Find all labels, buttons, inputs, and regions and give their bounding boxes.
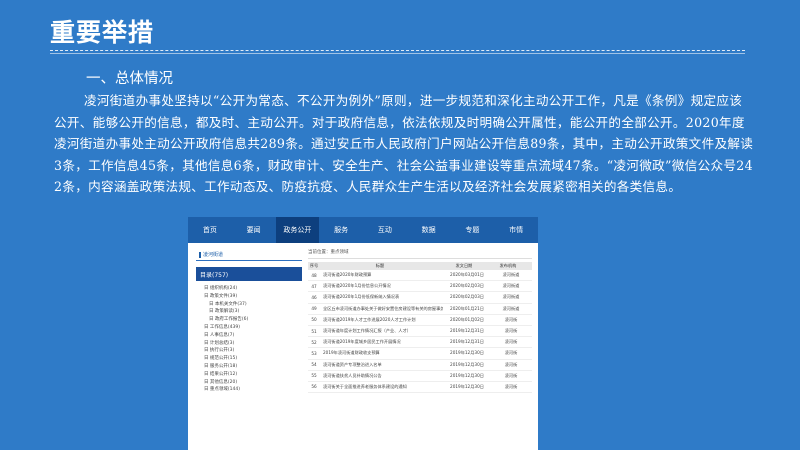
table-row: 56 凌河街关于全面推进养老服务体系建设的通知 2019年12月30日 凌河街	[308, 382, 532, 394]
table-cell-title[interactable]: 凌河街关于全面推进养老服务体系建设的通知	[320, 384, 443, 390]
tree-item[interactable]: 日 计划总结(3)	[196, 340, 302, 348]
table-row: 50 凌河街道2019年人才工作进展2020人才工作计划 2020年01月02日 凌河…	[308, 315, 532, 326]
table-cell-org: 凌河街	[504, 383, 518, 389]
content-area: 当前位置：重点领域 序号 标题 发文日期 发布机构 48 凌河街道2020年财政预算 20…	[308, 249, 532, 394]
sidebar: 凌河街道 目录(757) 日 组织机构(24) 日 政策文件(39) 日 本机关文件…	[196, 251, 302, 394]
table-row: 53 2019年凌河街道财政收支预算 2019年12月30日 凌河街	[308, 348, 532, 360]
tree-item[interactable]: 日 组织机构(24)	[196, 285, 302, 293]
tree-item[interactable]: 日 服务公开(18)	[196, 363, 302, 371]
tree-item[interactable]: 日 政策文件(39)	[196, 293, 302, 301]
table-cell-org: 凌河街	[504, 339, 518, 345]
nav-item[interactable]: 服务	[319, 217, 363, 243]
tree-item[interactable]: 日 其他信息(20)	[196, 379, 302, 387]
table-cell-no: 56	[311, 384, 317, 390]
tree-item[interactable]: 日 工作信息(439)	[196, 324, 302, 332]
table-row: 55 凌河街道扶贫人员补助情况公告 2019年12月30日 凌河街	[308, 371, 532, 382]
table-cell-org: 凌河街	[504, 350, 518, 356]
nav-item[interactable]: 数据	[407, 217, 451, 243]
title-divider	[50, 50, 745, 51]
table-cell-date: 2019年12月30日	[450, 383, 484, 389]
table-row: 48 凌河街道2020年财政预算 2020年03月01日 凌河街道	[308, 270, 532, 282]
table-row: 54 凌河街道资产专项整治进入名单 2019年12月30日 凌河街	[308, 360, 532, 371]
nav-item[interactable]: 互动	[363, 217, 407, 243]
tree-item[interactable]: 日 政策解读(3)	[196, 308, 302, 316]
table-cell-title[interactable]: 凌河街道年度计划工作情况汇报（产业、人才）	[320, 328, 443, 334]
table-row: 49全区丘市凌河街道办事处关于做好安置住房建设等有关的房屋事务的实施意见 2020…	[308, 304, 532, 315]
table-cell-no: 55	[311, 373, 317, 379]
nav-item[interactable]: 要闻	[232, 217, 276, 243]
title-divider-solid	[50, 53, 745, 54]
website-screenshot: 首页 要闻 政务公开 服务 互动 数据 专题 市情 凌河街道 目录(757) 日 组织机构(2…	[188, 217, 538, 450]
table-cell-no: 47	[311, 283, 317, 289]
nav-item[interactable]: 市情	[494, 217, 538, 243]
nav-item[interactable]: 首页	[188, 217, 232, 243]
table-cell-org: 凌河街道	[502, 305, 520, 311]
table-header: 序号 标题 发文日期 发布机构	[308, 262, 532, 270]
table-row: 51 凌河街道年度计划工作情况汇报（产业、人才） 2019年12月31日 凌河街	[308, 326, 532, 338]
column-header: 序号	[309, 263, 319, 268]
column-header: 标题	[375, 263, 385, 268]
table-cell-date: 2019年12月30日	[450, 361, 484, 367]
tree-item[interactable]: 日 政府工作报告(6)	[196, 316, 302, 324]
tree-item[interactable]: 日 本机关文件(37)	[196, 301, 302, 309]
table-cell-org: 凌河街道	[502, 294, 520, 300]
table-cell-no: 52	[311, 339, 317, 345]
table-cell-org: 凌河街	[504, 361, 518, 367]
sidebar-all-item[interactable]: 目录(757)	[196, 267, 302, 281]
table-cell-date: 2020年03月01日	[450, 272, 484, 278]
body-paragraph: 凌河街道办事处坚持以“公开为常态、不公开为例外”原则，进一步规范和深化主动公开工…	[54, 93, 754, 194]
tree-item[interactable]: 日 执行公开(3)	[196, 347, 302, 355]
table-cell-date: 2020年02月03日	[450, 283, 484, 289]
table-cell-org: 凌河街道	[502, 272, 520, 278]
table-cell-date: 2019年12月30日	[450, 350, 484, 356]
column-header: 发文日期	[455, 263, 473, 268]
table-cell-date: 2019年12月31日	[450, 339, 484, 345]
table-cell-title[interactable]: 凌河街道2020年1月份低保新纳入情况表	[320, 294, 443, 300]
table-cell-org: 凌河街	[504, 316, 518, 322]
table-cell-title[interactable]: 2019年凌河街道财政收支预算	[320, 350, 443, 356]
table-cell-org: 凌河街	[504, 328, 518, 334]
slide-title: 重要举措	[50, 18, 155, 47]
table-row: 52 凌河街道2019年度城乡居民工作开展情况 2019年12月31日 凌河街	[308, 337, 532, 349]
tree-item[interactable]: 日 结果公开(12)	[196, 371, 302, 379]
table-cell-org: 凌河街道	[502, 283, 520, 289]
table-cell-date: 2020年01月21日	[450, 305, 484, 311]
table-cell-no: 46	[311, 294, 317, 300]
table-cell-org: 凌河街	[504, 372, 518, 378]
column-header: 发布机构	[499, 263, 517, 268]
table-cell-no: 54	[311, 362, 317, 368]
tree-item[interactable]: 日 人事信息(7)	[196, 332, 302, 340]
site-nav-bar: 首页 要闻 政务公开 服务 互动 数据 专题 市情	[188, 217, 538, 243]
table-cell-no: 51	[311, 328, 317, 334]
table-cell-date: 2019年12月31日	[450, 328, 484, 334]
table-row: 46 凌河街道2020年1月份低保新纳入情况表 2020年02月03日 凌河街道	[308, 292, 532, 304]
table-cell-no: 53	[311, 350, 317, 356]
tree-item[interactable]: 日 重点领域(144)	[196, 386, 302, 394]
table-cell-title[interactable]: 全区丘市凌河街道办事处关于做好安置住房建设等有关的房屋事务的实施意见	[320, 306, 443, 312]
table-cell-title[interactable]: 凌河街道2020年财政预算	[320, 272, 443, 278]
table-cell-title[interactable]: 凌河街道资产专项整治进入名单	[320, 362, 443, 368]
breadcrumb: 当前位置：重点领域	[308, 249, 532, 259]
sidebar-title: 凌河街道	[203, 252, 224, 258]
section-heading: 一、总体情况	[86, 71, 173, 87]
table-cell-title[interactable]: 凌河街道2019年人才工作进展2020人才工作计划	[320, 317, 443, 323]
header-bar-mark	[199, 251, 201, 258]
table-cell-date: 2020年02月03日	[450, 294, 484, 300]
table-cell-title[interactable]: 凌河街道2019年度城乡居民工作开展情况	[320, 339, 443, 345]
table-cell-date: 2019年12月30日	[450, 372, 484, 378]
table-body: 48 凌河街道2020年财政预算 2020年03月01日 凌河街道 47 凌河街道2020…	[308, 270, 532, 394]
sidebar-header: 凌河街道	[196, 251, 302, 261]
table-cell-no: 50	[311, 317, 317, 323]
table-cell-date: 2020年01月02日	[450, 316, 484, 322]
table-cell-title[interactable]: 凌河街道扶贫人员补助情况公告	[320, 373, 443, 379]
table-cell-title[interactable]: 凌河街道2020年1月份信息公开情况	[320, 283, 443, 289]
nav-item[interactable]: 专题	[451, 217, 495, 243]
table-row: 47 凌河街道2020年1月份信息公开情况 2020年02月03日 凌河街道	[308, 281, 532, 293]
table-cell-no: 49	[311, 306, 317, 312]
nav-item[interactable]: 政务公开	[275, 217, 320, 243]
table-cell-no: 48	[311, 272, 317, 278]
category-tree: 日 组织机构(24) 日 政策文件(39) 日 本机关文件(37) 日 政策解读(3)…	[196, 285, 302, 394]
tree-item[interactable]: 日 规范公开(15)	[196, 355, 302, 363]
